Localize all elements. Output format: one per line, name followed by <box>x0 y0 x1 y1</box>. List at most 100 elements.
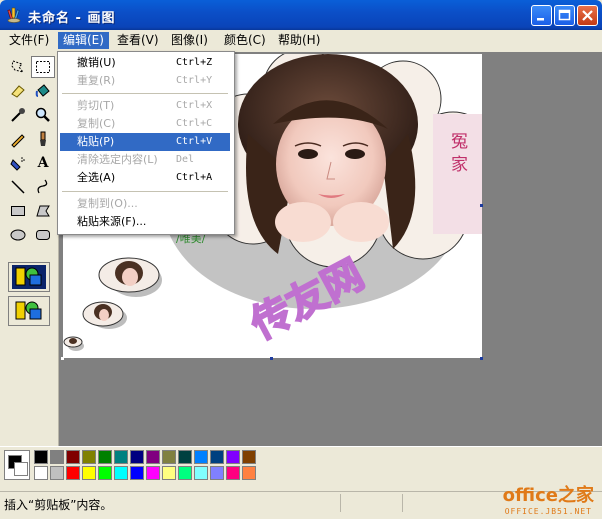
cut-shortcut: Ctrl+X <box>176 100 213 111</box>
color-swatch[interactable] <box>242 450 256 464</box>
menu-item-paste[interactable]: 粘贴(P) Ctrl+V <box>60 133 230 151</box>
color-swatch[interactable] <box>114 466 128 480</box>
minimize-icon <box>537 18 544 21</box>
color-swatch[interactable] <box>194 450 208 464</box>
color-swatch[interactable] <box>226 450 240 464</box>
airbrush-tool[interactable] <box>6 152 30 174</box>
menu-view[interactable]: 查看(V) <box>112 32 164 49</box>
color-swatch[interactable] <box>98 466 112 480</box>
rounded-rect-icon <box>36 230 50 240</box>
menu-image[interactable]: 图像(I) <box>166 32 213 49</box>
rounded-rect-tool[interactable] <box>31 224 55 246</box>
brand-url: OFFICE.JB51.NET <box>504 507 592 516</box>
menu-item-copy-to[interactable]: 复制到(O)... <box>60 195 230 213</box>
menu-edit[interactable]: 编辑(E) <box>58 32 109 49</box>
color-swatch[interactable] <box>178 466 192 480</box>
color-swatch[interactable] <box>146 466 160 480</box>
color-swatch[interactable] <box>50 450 64 464</box>
color-swatch[interactable] <box>34 466 48 480</box>
ellipse-tool[interactable] <box>6 224 30 246</box>
window-title: 未命名 - 画图 <box>28 11 116 26</box>
color-swatch[interactable] <box>210 450 224 464</box>
paste-from-label: 粘贴来源(F)... <box>77 215 147 228</box>
line-tool[interactable] <box>6 176 30 198</box>
site-watermark: office之家 OFFICE.JB51.NET <box>503 481 594 516</box>
rectangle-tool[interactable] <box>6 200 30 222</box>
select-all-label: 全选(A) <box>77 171 116 184</box>
current-colors-indicator <box>4 450 30 480</box>
minimize-button[interactable] <box>531 5 552 26</box>
clear-selection-shortcut: Del <box>176 154 195 165</box>
transparent-selection-icon <box>15 301 42 320</box>
color-swatch[interactable] <box>130 450 144 464</box>
line-icon <box>11 180 25 194</box>
title-bar[interactable]: 未命名 - 画图 <box>0 0 602 30</box>
brush-icon <box>40 131 46 146</box>
color-swatch[interactable] <box>66 450 80 464</box>
magnifier-icon <box>35 107 50 122</box>
color-swatch[interactable] <box>82 450 96 464</box>
color-swatch[interactable] <box>50 466 64 480</box>
opaque-selection-icon <box>12 265 46 289</box>
text-tool[interactable]: A <box>31 152 55 174</box>
menu-item-copy[interactable]: 复制(C) Ctrl+C <box>60 115 230 133</box>
canvas-resize-handle-corner[interactable] <box>480 357 483 360</box>
toolbox: A <box>0 52 59 446</box>
pencil-icon <box>11 134 25 148</box>
maximize-button[interactable] <box>554 5 575 26</box>
fill-tool[interactable] <box>31 80 55 102</box>
pencil-tool[interactable] <box>6 128 30 150</box>
color-picker-tool[interactable] <box>6 104 30 126</box>
color-swatch[interactable] <box>146 450 160 464</box>
color-swatch[interactable] <box>194 466 208 480</box>
color-swatch[interactable] <box>178 450 192 464</box>
close-button[interactable] <box>577 5 598 26</box>
selection-option-opaque[interactable] <box>8 262 50 292</box>
polygon-tool[interactable] <box>31 200 55 222</box>
curve-tool[interactable] <box>31 176 55 198</box>
paint-window: 未命名 - 画图 文件(F) 编辑(E) 查看(V) 图像(I) 颜色(C) 帮… <box>0 0 602 519</box>
bubble-medium <box>98 257 160 293</box>
menu-item-cut[interactable]: 剪切(T) Ctrl+X <box>60 97 230 115</box>
color-swatch[interactable] <box>34 450 48 464</box>
maximize-icon <box>558 9 571 21</box>
bubble-small <box>82 301 124 327</box>
free-select-tool[interactable] <box>6 56 30 78</box>
paste-shortcut: Ctrl+V <box>176 136 213 147</box>
menu-item-select-all[interactable]: 全选(A) Ctrl+A <box>60 169 230 187</box>
canvas-resize-handle-right[interactable] <box>480 204 483 207</box>
close-icon <box>582 10 593 21</box>
color-swatch[interactable] <box>242 466 256 480</box>
color-swatch[interactable] <box>66 466 80 480</box>
brush-tool[interactable] <box>31 128 55 150</box>
clear-selection-label: 清除选定内容(L) <box>77 153 158 166</box>
color-swatch[interactable] <box>114 450 128 464</box>
color-swatch[interactable] <box>130 466 144 480</box>
color-swatch[interactable] <box>162 466 176 480</box>
status-cell-coords <box>340 494 401 512</box>
eraser-tool[interactable] <box>6 80 30 102</box>
menu-item-clear-selection[interactable]: 清除选定内容(L) Del <box>60 151 230 169</box>
canvas-resize-handle-bottom[interactable] <box>270 357 273 360</box>
selection-option-transparent[interactable] <box>8 296 50 326</box>
bubble-tiny <box>63 336 83 348</box>
text-tool-icon: A <box>37 155 49 171</box>
rect-select-tool[interactable] <box>31 56 55 78</box>
color-swatch[interactable] <box>98 450 112 464</box>
color-swatch[interactable] <box>82 466 96 480</box>
status-cell-size <box>402 494 473 512</box>
menu-colors[interactable]: 颜色(C) <box>219 32 271 49</box>
color-swatch[interactable] <box>162 450 176 464</box>
redo-label: 重复(R) <box>77 74 116 87</box>
menu-help[interactable]: 帮助(H) <box>273 32 325 49</box>
magnifier-tool[interactable] <box>31 104 55 126</box>
menu-file[interactable]: 文件(F) <box>4 32 54 49</box>
menu-item-redo[interactable]: 重复(R) Ctrl+Y <box>60 72 230 90</box>
paint-bucket-icon <box>35 84 50 97</box>
canvas-handle-bottom-left <box>61 357 64 360</box>
color-swatch[interactable] <box>210 466 224 480</box>
copy-to-label: 复制到(O)... <box>77 197 138 210</box>
menu-item-undo[interactable]: 撤销(U) Ctrl+Z <box>60 54 230 72</box>
menu-item-paste-from[interactable]: 粘贴来源(F)... <box>60 213 230 231</box>
color-swatch[interactable] <box>226 466 240 480</box>
